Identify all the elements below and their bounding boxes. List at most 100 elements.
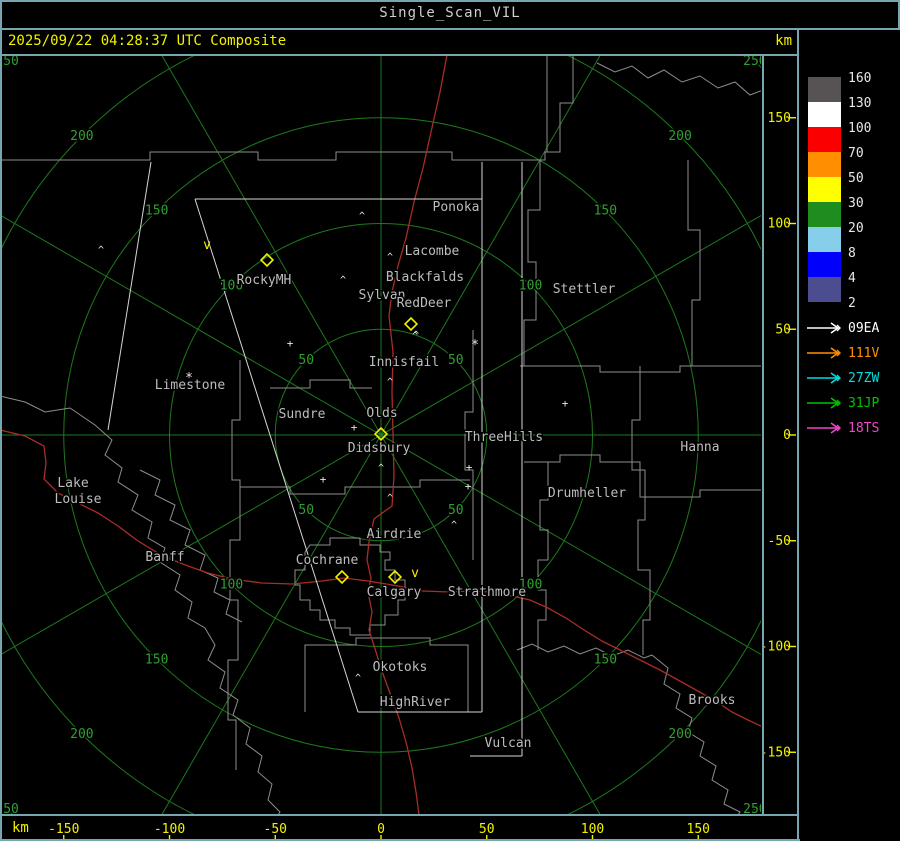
hamlet-marker: ^	[378, 463, 384, 474]
city-label: Banff	[145, 550, 184, 565]
legend-swatch	[808, 252, 841, 277]
scan-timestamp: 2025/09/22 04:28:37 UTC Composite	[8, 33, 287, 49]
hamlet-marker: ^	[355, 673, 361, 684]
county-boundary	[464, 330, 474, 560]
radar-arrow-icon	[807, 422, 841, 434]
radar-id-label: 09EA	[848, 321, 880, 336]
legend-threshold-label: 50	[848, 171, 864, 186]
legend-swatch	[808, 77, 841, 102]
county-boundary	[687, 160, 701, 366]
ring-distance-label: 150	[594, 652, 617, 667]
city-label: Strathmore	[448, 585, 526, 600]
bottom-axis-tick-label: 50	[479, 822, 495, 837]
city-label: Blackfalds	[386, 270, 464, 285]
radar-id-label: 111V	[848, 346, 880, 361]
legend-threshold-label: 70	[848, 146, 864, 161]
legend-threshold-label: 4	[848, 271, 856, 286]
radar-arrow-icon	[807, 372, 841, 384]
hamlet-marker: ^	[451, 520, 457, 531]
legend-min-label: 2	[848, 296, 856, 311]
county-boundary	[270, 379, 372, 389]
bottom-axis-tick-label: -50	[264, 822, 287, 837]
ring-distance-label: 200	[70, 129, 93, 144]
city-label: Drumheller	[548, 486, 626, 501]
right-axis-tick-label: -50	[768, 534, 791, 549]
town-marker: +	[351, 421, 358, 434]
legend-threshold-label: 130	[848, 96, 872, 111]
legend-swatch	[808, 177, 841, 202]
city-label: Didsbury	[348, 441, 411, 456]
hamlet-marker: ^	[340, 275, 346, 286]
hamlet-marker: ^	[387, 377, 393, 388]
storm-vector-marker: v	[411, 566, 419, 581]
ring-distance-label: 150	[594, 204, 617, 219]
ring-distance-label: 250	[0, 54, 19, 69]
city-label: ThreeHills	[465, 430, 543, 445]
town-marker: +	[466, 461, 473, 474]
titlebar-divider	[0, 28, 900, 30]
county-boundary	[520, 365, 761, 373]
frame-left	[0, 0, 2, 841]
ring-distance-label: 100	[220, 578, 243, 593]
legend-swatch	[808, 152, 841, 177]
right-axis-tick-label: -100	[760, 640, 791, 655]
storm-vector-marker: v	[203, 238, 211, 253]
county-boundary	[240, 479, 470, 495]
city-label: Sundre	[279, 407, 326, 422]
town-marker: +	[320, 473, 327, 486]
county-boundary	[596, 62, 761, 96]
radar-app-window: 50 50 50 50 100 100 100 100 150 150 150 150 200 200 20…	[0, 0, 900, 841]
legend-swatch	[808, 102, 841, 127]
city-label: Limestone	[155, 378, 226, 393]
legend-threshold-label: 100	[848, 121, 872, 136]
map-top-border	[0, 54, 798, 56]
bottom-axis-tick-label: -100	[154, 822, 185, 837]
city-label: RedDeer	[397, 296, 452, 311]
coverage-outline	[107, 161, 152, 431]
radar-id-label: 18TS	[848, 421, 880, 436]
city-label: Hanna	[680, 440, 719, 455]
radar-id-label: 27ZW	[848, 371, 880, 386]
legend-threshold-label: 20	[848, 221, 864, 236]
city-label: Okotoks	[373, 660, 428, 675]
right-axis-tick-label: 100	[768, 217, 791, 232]
county-boundary	[537, 462, 549, 650]
window-title: Single_Scan_VIL	[379, 5, 521, 21]
legend-swatch	[808, 127, 841, 152]
legend-swatch	[808, 202, 841, 227]
city-label: Vulcan	[485, 736, 532, 751]
right-axis-tick-label: 150	[768, 111, 791, 126]
hamlet-marker: ^	[98, 245, 104, 256]
bottom-axis-unit-label: km	[12, 820, 29, 836]
bottom-axis-tick-label: 100	[581, 822, 604, 837]
right-axis-unit-label: km	[775, 33, 792, 49]
radar-site-marker	[334, 569, 350, 585]
map-right-border	[762, 54, 764, 816]
county-boundary	[227, 360, 241, 770]
legend-swatch	[808, 277, 841, 302]
range-ring	[2, 56, 761, 814]
legend-threshold-label: 30	[848, 196, 864, 211]
town-marker: +	[562, 397, 569, 410]
town-marker: *	[471, 338, 479, 353]
map-bottom-border	[0, 814, 798, 816]
map-layer: 50 5050 50100 100100 100150 150150 150200 20020…	[0, 54, 761, 814]
city-label: Brooks	[689, 693, 736, 708]
radar-arrow-icon	[807, 322, 841, 334]
ring-distance-label: 50	[298, 353, 314, 368]
legend-threshold-label: 160	[848, 71, 872, 86]
hamlet-marker: ^	[387, 252, 393, 263]
city-label: Innisfail	[369, 355, 439, 370]
ring-distance-label: 200	[70, 727, 93, 742]
radar-site-marker	[403, 316, 419, 332]
city-label: Lake	[57, 476, 88, 491]
town-marker: +	[287, 337, 294, 350]
city-label: Ponoka	[433, 200, 480, 215]
city-label: RockyMH	[237, 273, 292, 288]
legend-divider	[797, 28, 799, 841]
radar-map-canvas[interactable]: 50 50 50 50 100 100 100 100 150 150 150 150 200 200 20…	[0, 0, 800, 841]
county-boundary	[2, 56, 574, 161]
ring-distance-label: 150	[145, 652, 168, 667]
bottom-axis-tick-label: 0	[377, 822, 385, 837]
bottom-axis-tick-label: -150	[48, 822, 79, 837]
